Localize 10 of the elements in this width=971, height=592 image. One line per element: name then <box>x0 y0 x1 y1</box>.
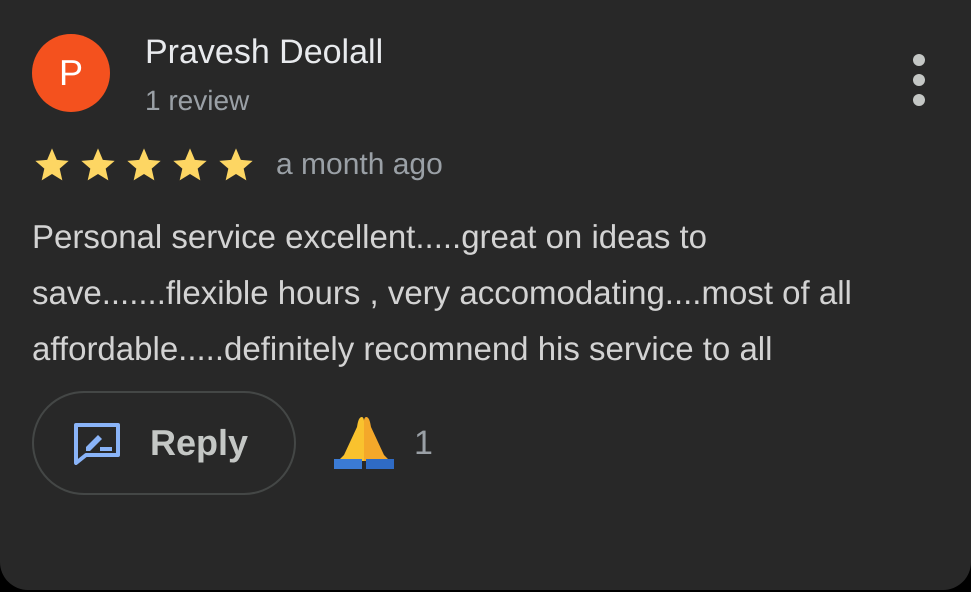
author-name[interactable]: Pravesh Deolall <box>145 34 384 70</box>
reaction-count: 1 <box>414 422 433 464</box>
reply-icon <box>72 421 122 465</box>
author-review-count: 1 review <box>145 86 250 116</box>
review-time: a month ago <box>276 147 443 183</box>
avatar: P <box>32 34 110 112</box>
praying-hands-icon[interactable] <box>332 415 396 471</box>
reply-button[interactable]: Reply <box>32 391 296 495</box>
review-text: Personal service excellent.....great on ideas to save.......flexible hours , very accomodating....most of all affordable.....definitely recomnend his service to all <box>32 217 853 369</box>
more-options-icon[interactable] <box>911 52 927 108</box>
